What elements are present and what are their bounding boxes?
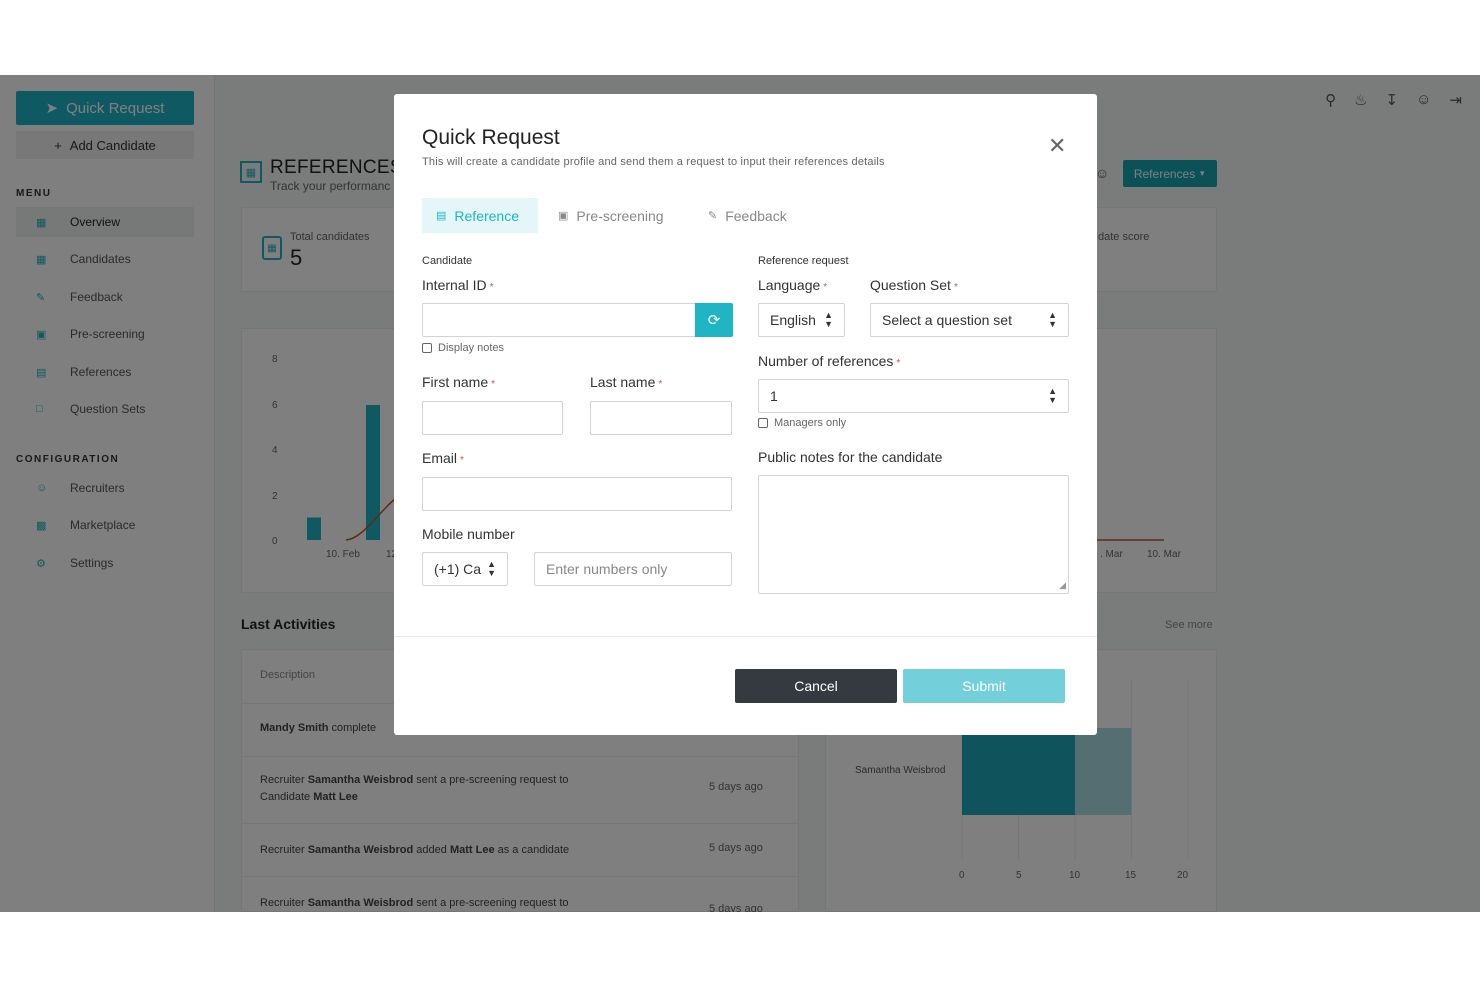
- public-notes-textarea[interactable]: ◢: [758, 475, 1069, 594]
- modal-subtitle: This will create a candidate profile and…: [422, 156, 885, 168]
- required-mark: *: [489, 282, 494, 293]
- cancel-button[interactable]: Cancel: [735, 669, 897, 703]
- select-value: (+1) Ca: [434, 561, 482, 577]
- mobile-number-input[interactable]: [534, 552, 732, 586]
- number-of-references-select[interactable]: 1 ▲ ▼: [758, 379, 1069, 413]
- reference-section-title: Reference request: [758, 255, 849, 267]
- country-code-select[interactable]: (+1) Ca ▲ ▼: [422, 552, 508, 586]
- first-name-label: First name *: [422, 374, 495, 390]
- field-label-text: Number of references: [758, 353, 894, 369]
- modal-divider: [394, 636, 1097, 637]
- number-of-references-label: Number of references *: [758, 353, 900, 369]
- field-label-text: Internal ID: [422, 277, 487, 293]
- checkbox-box[interactable]: [758, 418, 768, 428]
- internal-id-input[interactable]: [422, 303, 696, 337]
- refresh-button[interactable]: ⟳: [695, 303, 733, 337]
- email-input[interactable]: [422, 477, 732, 511]
- tab-label: Feedback: [725, 207, 787, 224]
- select-value: 1: [770, 388, 778, 404]
- required-mark: *: [491, 379, 496, 390]
- managers-only-checkbox[interactable]: Managers only: [758, 417, 846, 429]
- field-label-text: Question Set: [870, 277, 951, 293]
- field-label-text: Last name: [590, 374, 656, 390]
- last-name-label: Last name *: [590, 374, 662, 390]
- close-icon[interactable]: ✕: [1048, 136, 1066, 158]
- checkbox-label: Display notes: [438, 342, 505, 354]
- refresh-icon: ⟳: [707, 312, 721, 329]
- checkbox-box[interactable]: [422, 343, 432, 353]
- required-mark: *: [460, 455, 464, 466]
- select-value: English: [770, 312, 816, 328]
- tab-pre-screening[interactable]: ▣ Pre-screening: [544, 198, 678, 233]
- question-set-select[interactable]: Select a question set ▲ ▼: [870, 303, 1069, 337]
- select-value: Select a question set: [882, 312, 1012, 328]
- last-name-input[interactable]: [590, 401, 732, 435]
- language-select[interactable]: English ▲ ▼: [758, 303, 845, 337]
- sort-arrows-icon: ▲ ▼: [1048, 386, 1057, 405]
- modal-title: Quick Request: [422, 126, 560, 149]
- checkbox-label: Managers only: [774, 417, 847, 429]
- quick-request-modal: Quick Request This will create a candida…: [394, 94, 1097, 735]
- email-label: Email *: [422, 450, 464, 466]
- display-notes-checkbox[interactable]: Display notes: [422, 342, 504, 354]
- thumbs-up-icon: ✎: [708, 210, 718, 222]
- required-mark: *: [953, 282, 958, 293]
- first-name-input[interactable]: [422, 401, 563, 435]
- resize-grip-icon[interactable]: ◢: [1059, 580, 1066, 591]
- required-mark: *: [896, 358, 901, 369]
- sort-arrows-icon: ▲ ▼: [487, 559, 496, 578]
- sort-arrows-icon: ▲ ▼: [824, 310, 833, 329]
- sort-arrows-icon: ▲ ▼: [1048, 310, 1057, 329]
- question-set-label: Question Set *: [870, 277, 958, 293]
- field-label-text: Email: [422, 450, 458, 466]
- mobile-number-label: Mobile number: [422, 526, 515, 542]
- tab-reference[interactable]: ▤ Reference: [422, 198, 538, 233]
- document-icon: ▤: [436, 210, 447, 222]
- camera-icon: ▣: [558, 210, 569, 222]
- language-label: Language *: [758, 277, 827, 293]
- submit-button[interactable]: Submit: [903, 669, 1065, 703]
- tab-label: Reference: [454, 207, 519, 224]
- public-notes-label: Public notes for the candidate: [758, 449, 943, 465]
- required-mark: *: [823, 282, 828, 293]
- internal-id-label: Internal ID *: [422, 277, 494, 293]
- field-label-text: First name: [422, 374, 489, 390]
- required-mark: *: [658, 379, 663, 390]
- tab-feedback[interactable]: ✎ Feedback: [694, 198, 801, 233]
- tab-label: Pre-screening: [576, 207, 664, 224]
- field-label-text: Language: [758, 277, 821, 293]
- candidate-section-title: Candidate: [422, 255, 473, 267]
